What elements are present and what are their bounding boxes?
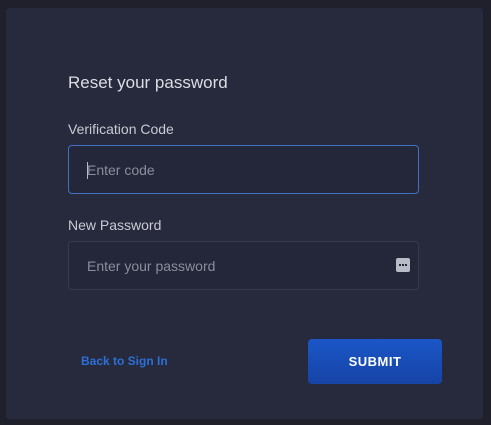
verification-code-field[interactable] [68, 145, 419, 194]
reset-password-card: Reset your password Verification Code Ne… [6, 8, 483, 419]
new-password-field[interactable] [68, 241, 419, 290]
text-caret [87, 162, 88, 179]
new-password-label: New Password [68, 217, 162, 233]
back-to-sign-in-link[interactable]: Back to Sign In [81, 354, 168, 368]
submit-button[interactable]: SUBMIT [308, 339, 442, 384]
verification-code-input[interactable] [87, 146, 387, 193]
page-title: Reset your password [68, 73, 228, 92]
verification-code-label: Verification Code [68, 121, 174, 137]
password-manager-icon[interactable] [396, 258, 410, 272]
new-password-input[interactable] [87, 242, 387, 289]
